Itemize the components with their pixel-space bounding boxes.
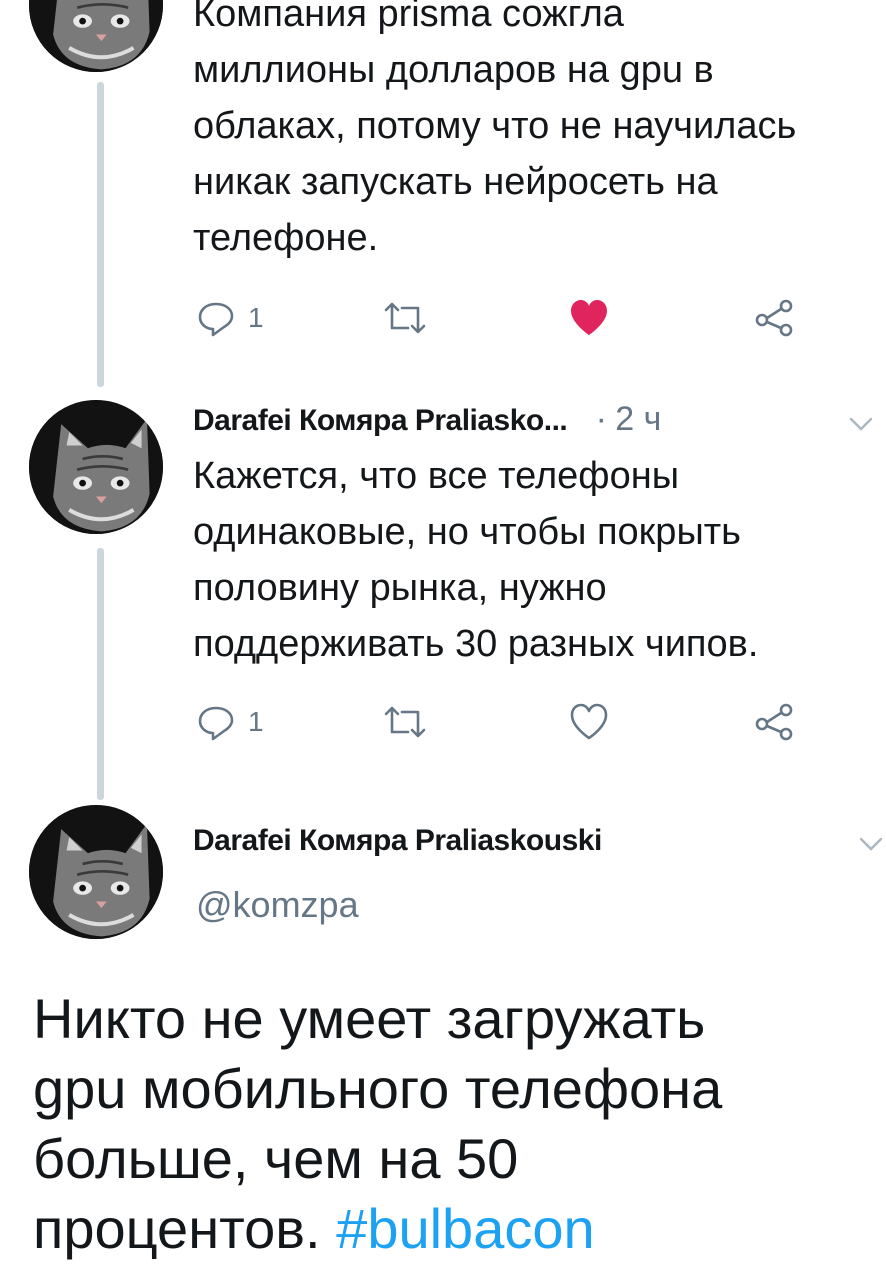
thread-line xyxy=(97,82,104,387)
reply-icon xyxy=(198,302,234,337)
avatar-cat-image xyxy=(29,400,163,534)
author-name[interactable]: Darafei Комяра Praliaskouski xyxy=(193,824,602,857)
timestamp[interactable]: 2 ч xyxy=(615,400,661,438)
avatar[interactable] xyxy=(29,805,163,939)
tweet-text-segment: процентов. xyxy=(33,1197,321,1260)
reply-button[interactable]: 1 xyxy=(196,700,264,744)
share-button[interactable] xyxy=(752,700,796,744)
tweet-text-line: телефоне. xyxy=(193,217,379,259)
author-handle[interactable]: @komzpa xyxy=(196,884,359,926)
chevron-down-icon[interactable] xyxy=(858,834,884,854)
tweet-text-line: Никто не умеет загружать xyxy=(33,987,706,1050)
avatar[interactable] xyxy=(29,0,163,72)
tweet-text-line: gpu мобильного телефона xyxy=(33,1057,723,1120)
retweet-button[interactable] xyxy=(382,700,428,744)
hashtag-link[interactable]: #bulbacon xyxy=(336,1197,594,1260)
tweet-text: Кажется, что все телефоны одинаковые, но… xyxy=(193,448,758,672)
author-name[interactable]: Darafei Комяра Praliasko... xyxy=(193,404,568,437)
tweet-actions: 1 xyxy=(196,296,806,340)
thread-line xyxy=(97,548,104,800)
avatar[interactable] xyxy=(29,400,163,534)
like-button[interactable] xyxy=(568,296,610,340)
retweet-icon xyxy=(384,302,426,334)
like-button[interactable] xyxy=(568,700,610,744)
tweet-text-line: облаках, потому что не научилась xyxy=(193,105,797,147)
tweet-header: Darafei Комяра Praliasko... · 2 ч xyxy=(193,400,661,439)
tweet-text-line: миллионы долларов на gpu в xyxy=(193,49,714,91)
tweet-text-line: процентов. #bulbacon xyxy=(33,1194,722,1264)
avatar-cat-image xyxy=(29,805,163,939)
reply-icon xyxy=(198,706,234,741)
tweet-text-line: поддерживать 30 разных чипов. xyxy=(193,623,759,665)
tweet-text-line: никак запускать нейросеть на xyxy=(193,161,718,203)
tweet-text-line: больше, чем на 50 xyxy=(33,1127,519,1190)
like-icon xyxy=(570,703,608,740)
tweet-text: Компания prisma сожгла миллионы долларов… xyxy=(193,0,796,266)
separator-dot: · xyxy=(595,400,607,438)
share-icon xyxy=(755,299,793,337)
tweet-header: Darafei Комяра Praliaskouski xyxy=(193,824,602,858)
tweet-text-line: Компания prisma сожгла xyxy=(193,0,624,35)
main-tweet-text: Никто не умеет загружать gpu мобильного … xyxy=(33,984,722,1264)
tweet-text-line: одинаковые, но чтобы покрыть xyxy=(193,511,741,553)
reply-count: 1 xyxy=(248,302,264,333)
share-button[interactable] xyxy=(752,296,796,340)
chevron-down-icon[interactable] xyxy=(848,414,874,434)
share-icon xyxy=(755,703,793,741)
reply-button[interactable]: 1 xyxy=(196,296,264,340)
retweet-button[interactable] xyxy=(382,296,428,340)
tweet-actions: 1 xyxy=(196,700,806,744)
reply-count: 1 xyxy=(248,706,264,737)
avatar-cat-image xyxy=(29,0,163,72)
like-icon xyxy=(571,300,607,335)
tweet-text-line: Кажется, что все телефоны xyxy=(193,455,680,497)
tweet-text-line: половину рынка, нужно xyxy=(193,567,607,609)
retweet-icon xyxy=(384,706,426,738)
